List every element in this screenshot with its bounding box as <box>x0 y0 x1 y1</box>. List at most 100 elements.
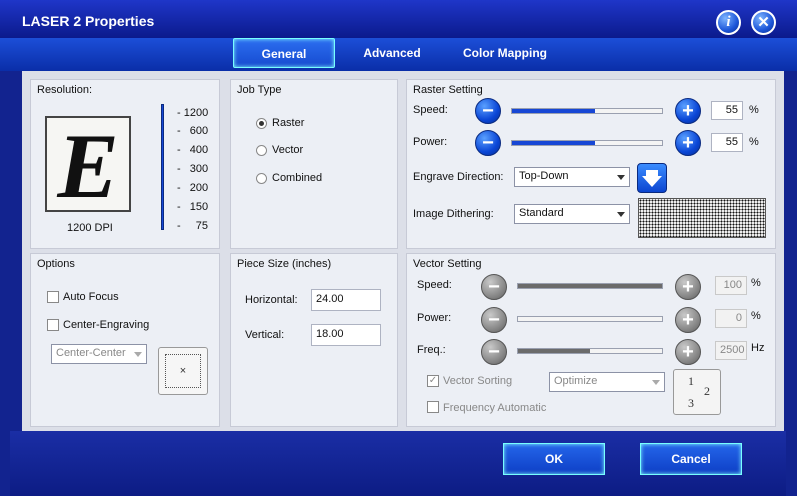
vector-power-slider[interactable] <box>517 316 663 322</box>
slider-fill <box>512 109 595 113</box>
cancel-button[interactable]: Cancel <box>640 443 742 475</box>
auto-focus-checkbox[interactable] <box>47 291 59 303</box>
vector-setting-group: Vector Setting Speed: − + 100 % Power: −… <box>406 253 776 427</box>
vector-title: Vector Setting <box>413 258 482 270</box>
slider-fill <box>512 141 595 145</box>
vector-power-unit: % <box>751 310 761 322</box>
vector-freq-input[interactable]: 2500 <box>715 341 747 360</box>
vector-speed-input[interactable]: 100 <box>715 276 747 295</box>
piece-size-title: Piece Size (inches) <box>237 258 332 270</box>
image-dithering-value: Standard <box>519 207 564 219</box>
info-icon[interactable]: i <box>716 10 741 35</box>
combined-label: Combined <box>272 172 323 184</box>
tick: - 200 <box>177 182 209 194</box>
vector-label: Vector <box>272 144 304 156</box>
slider-fill <box>518 349 590 353</box>
dpi-label: 1200 DPI <box>67 222 113 234</box>
raster-label: Raster <box>272 117 305 129</box>
center-position-icon[interactable]: × <box>158 347 208 395</box>
chevron-down-icon <box>617 212 625 217</box>
frequency-automatic-label: Frequency Automatic <box>443 402 547 414</box>
tab-general[interactable]: General <box>233 38 335 68</box>
raster-speed-slider[interactable] <box>511 108 663 114</box>
window-title: LASER 2 Properties <box>22 13 155 29</box>
options-title: Options <box>37 258 75 270</box>
tick: - 300 <box>177 163 209 175</box>
center-engraving-label: Center-Engraving <box>63 319 150 331</box>
vector-speed-slider[interactable] <box>517 283 663 289</box>
resolution-preview: E <box>45 116 131 214</box>
vector-freq-increase-button[interactable]: + <box>675 339 701 365</box>
general-panel: Resolution: E 1200 DPI - 1200 - 600 - 40… <box>22 71 784 431</box>
chevron-down-icon <box>617 175 625 180</box>
tab-bar: General Advanced Color Mapping <box>0 38 797 71</box>
tick: - 400 <box>177 144 209 156</box>
tab-color-mapping[interactable]: Color Mapping <box>455 38 555 68</box>
raster-speed-increase-button[interactable]: + <box>675 98 701 124</box>
horizontal-input[interactable]: 24.00 <box>311 289 381 311</box>
vertical-input[interactable]: 18.00 <box>311 324 381 346</box>
piece-size-group: Piece Size (inches) Horizontal: 24.00 Ve… <box>230 253 398 427</box>
vector-speed-decrease-button[interactable]: − <box>481 274 507 300</box>
image-dithering-select[interactable]: Standard <box>514 204 630 224</box>
vector-speed-increase-button[interactable]: + <box>675 274 701 300</box>
raster-power-input[interactable]: 55 <box>711 133 743 152</box>
engrave-direction-label: Engrave Direction: <box>413 171 504 183</box>
sorting-order-icon[interactable]: 123 <box>673 369 721 415</box>
vector-freq-label: Freq.: <box>417 344 446 356</box>
raster-speed-unit: % <box>749 104 759 116</box>
raster-power-decrease-button[interactable]: − <box>475 130 501 156</box>
ok-button[interactable]: OK <box>503 443 605 475</box>
slider-fill <box>518 284 662 288</box>
center-position-select[interactable]: Center-Center <box>51 344 147 364</box>
vertical-label: Vertical: <box>245 329 285 341</box>
raster-power-label: Power: <box>413 136 448 148</box>
dithering-preview <box>638 198 766 238</box>
engrave-direction-select[interactable]: Top-Down <box>514 167 630 187</box>
vector-sorting-checkbox[interactable]: ✓ <box>427 375 439 387</box>
tab-advanced[interactable]: Advanced <box>352 38 432 68</box>
engrave-direction-value: Top-Down <box>519 170 569 182</box>
vector-radio[interactable] <box>256 145 267 156</box>
vector-freq-unit: Hz <box>751 342 765 354</box>
arrow-down-icon[interactable] <box>637 163 667 193</box>
vector-sorting-label: Vector Sorting <box>443 375 513 387</box>
combined-radio[interactable] <box>256 173 267 184</box>
vector-power-increase-button[interactable]: + <box>675 307 701 333</box>
raster-speed-decrease-button[interactable]: − <box>475 98 501 124</box>
vector-freq-slider[interactable] <box>517 348 663 354</box>
chevron-down-icon <box>652 380 660 385</box>
vector-power-decrease-button[interactable]: − <box>481 307 507 333</box>
close-icon[interactable]: ✕ <box>751 10 776 35</box>
footer-bar: OK Cancel <box>10 431 786 496</box>
raster-power-unit: % <box>749 136 759 148</box>
tick: - 1200 <box>177 107 209 119</box>
raster-power-slider[interactable] <box>511 140 663 146</box>
resolution-group: Resolution: E 1200 DPI - 1200 - 600 - 40… <box>30 79 220 249</box>
tick: - 75 <box>177 220 208 232</box>
vector-power-input[interactable]: 0 <box>715 309 747 328</box>
vector-freq-decrease-button[interactable]: − <box>481 339 507 365</box>
vector-speed-unit: % <box>751 277 761 289</box>
raster-power-increase-button[interactable]: + <box>675 130 701 156</box>
resolution-slider-track[interactable] <box>161 104 164 230</box>
options-group: Options Auto Focus Center-Engraving Cent… <box>30 253 220 427</box>
resolution-title: Resolution: <box>37 84 93 96</box>
job-type-group: Job Type Raster Vector Combined <box>230 79 398 249</box>
preview-letter: E <box>57 115 119 217</box>
raster-title: Raster Setting <box>413 84 483 96</box>
title-bar: LASER 2 Properties i ✕ <box>0 0 797 38</box>
tick: - 600 <box>177 125 209 137</box>
frequency-automatic-checkbox[interactable] <box>427 401 439 413</box>
vector-power-label: Power: <box>417 312 452 324</box>
vector-speed-label: Speed: <box>417 279 452 291</box>
raster-radio[interactable] <box>256 118 267 129</box>
tick: - 150 <box>177 201 209 213</box>
image-dithering-label: Image Dithering: <box>413 208 494 220</box>
vector-sorting-value: Optimize <box>554 375 598 387</box>
chevron-down-icon <box>134 352 142 357</box>
raster-speed-input[interactable]: 55 <box>711 101 743 120</box>
center-engraving-checkbox[interactable] <box>47 319 59 331</box>
vector-sorting-select[interactable]: Optimize <box>549 372 665 392</box>
auto-focus-label: Auto Focus <box>63 291 119 303</box>
